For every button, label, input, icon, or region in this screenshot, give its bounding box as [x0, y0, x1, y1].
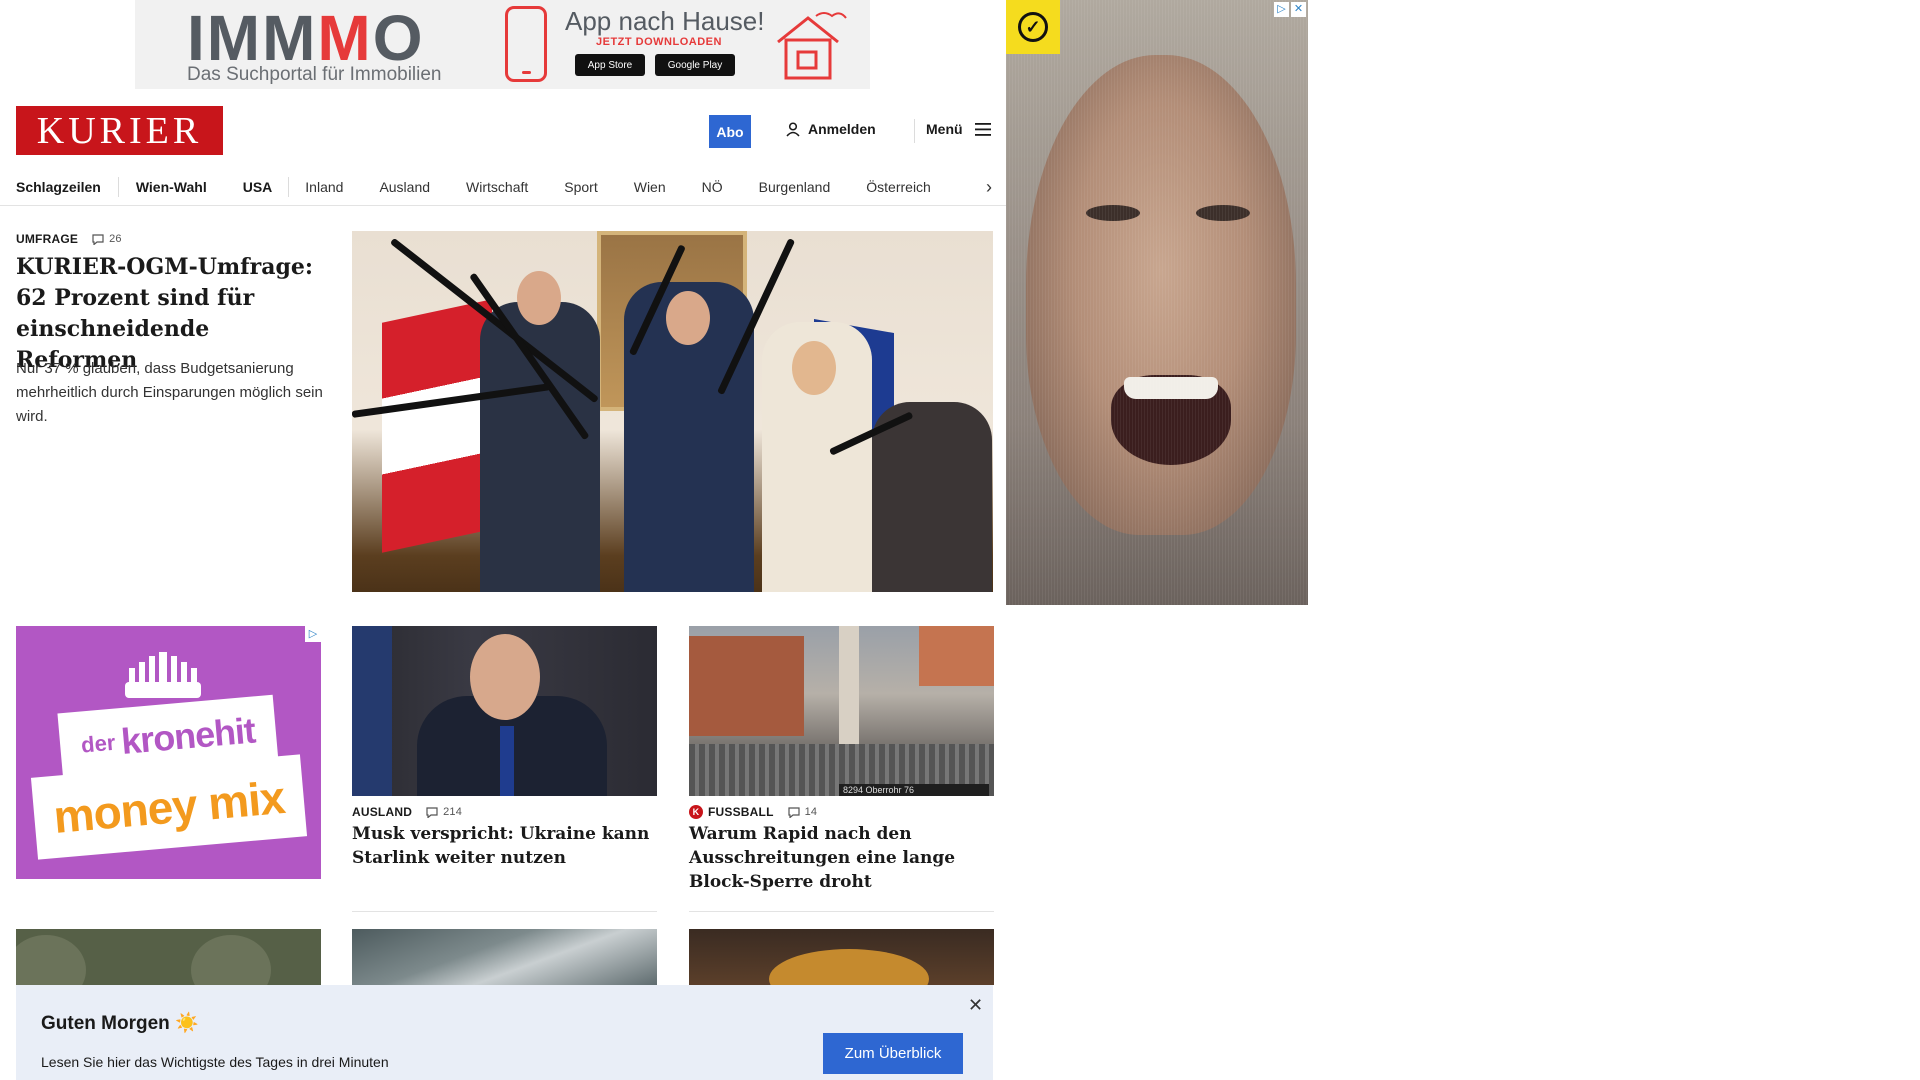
article-image-mountains[interactable]	[352, 929, 657, 985]
header-divider	[914, 119, 915, 143]
nav-item-wien[interactable]: Wien	[634, 179, 666, 195]
lead-article-image[interactable]	[352, 231, 993, 592]
lead-comments[interactable]: 26	[92, 233, 122, 245]
house-icon	[777, 12, 847, 80]
greeting-text: Lesen Sie hier das Wichtigste des Tages …	[41, 1054, 389, 1070]
nav-divider	[117, 177, 119, 197]
checkmark-badge-icon: ✓	[1006, 0, 1060, 54]
hamburger-icon	[974, 122, 991, 136]
morning-briefing-banner: Guten Morgen ☀️ Lesen Sie hier das Wicht…	[16, 985, 993, 1080]
nav-underline	[0, 205, 1006, 206]
musk-article-image[interactable]	[352, 626, 657, 796]
austrian-flag	[382, 299, 492, 553]
nav-item-oesterreich[interactable]: Österreich	[866, 179, 931, 195]
nav-item-usa[interactable]: USA	[243, 179, 273, 195]
article-image-soldiers[interactable]	[16, 929, 321, 985]
login-link[interactable]: Anmelden	[786, 121, 876, 137]
section-nav: Schlagzeilen Wien-Wahl USA Inland Auslan…	[16, 168, 992, 206]
lead-kicker: UMFRAGE 26	[16, 232, 122, 246]
ad-choices-icon[interactable]: ▷	[305, 626, 321, 642]
money-mix-slogan: money mix	[51, 771, 287, 843]
phone-icon	[505, 6, 547, 82]
abo-button[interactable]: Abo	[709, 115, 751, 148]
login-label: Anmelden	[808, 121, 876, 137]
ad-headline: App nach Hause!	[565, 6, 765, 36]
lead-category[interactable]: UMFRAGE	[16, 232, 78, 246]
article-image-food[interactable]	[689, 929, 994, 985]
rapid-article-image[interactable]: 8294 Oberrohr 76	[689, 626, 994, 796]
menu-button[interactable]: Menü	[926, 121, 991, 137]
teaser-divider	[352, 911, 657, 912]
immmo-ad-banner[interactable]: IMMMO Das Suchportal für Immobilien App …	[135, 0, 870, 89]
comment-icon	[426, 806, 438, 818]
user-icon	[786, 121, 800, 137]
ad-corner-controls: ▷ ✕	[1274, 2, 1306, 17]
nav-item-burgenland[interactable]: Burgenland	[759, 179, 831, 195]
nav-item-sport[interactable]: Sport	[564, 179, 597, 195]
musk-headline[interactable]: Musk verspricht: Ukraine kann Starlink w…	[352, 822, 657, 870]
skyscraper-ad[interactable]: ✓ ▷ ✕	[1006, 0, 1308, 605]
nav-item-ausland[interactable]: Ausland	[379, 179, 430, 195]
ad-choices-icon[interactable]: ▷	[1274, 2, 1289, 17]
kronehit-ad[interactable]: der kronehit money mix ▷	[16, 626, 321, 879]
greeting-title: Guten Morgen ☀️	[41, 1013, 199, 1034]
nav-divider	[288, 177, 290, 197]
lead-comment-count: 26	[109, 233, 122, 245]
nav-scroll-right-icon[interactable]: ›	[986, 177, 992, 198]
app-store-badge[interactable]: App Store	[575, 54, 645, 76]
teaser-divider	[689, 911, 994, 912]
nav-item-wirtschaft[interactable]: Wirtschaft	[466, 179, 528, 195]
kronehit-brand: kronehit	[119, 709, 257, 763]
immmo-logo: IMMMO	[187, 2, 425, 74]
comment-icon	[92, 233, 104, 245]
rapid-headline[interactable]: Warum Rapid nach den Ausschreitungen ein…	[689, 822, 994, 894]
lead-teaser-text[interactable]: Nur 37 % glauben, dass Budgetsanierung m…	[16, 357, 326, 429]
nav-item-wien-wahl[interactable]: Wien-Wahl	[136, 179, 207, 195]
musk-comments[interactable]: 214	[426, 806, 462, 818]
google-play-badge[interactable]: Google Play	[655, 54, 735, 76]
kurier-k-icon: K	[689, 805, 703, 819]
nav-item-schlagzeilen[interactable]: Schlagzeilen	[16, 179, 101, 195]
musk-kicker: AUSLAND 214	[352, 805, 462, 819]
rapid-comments[interactable]: 14	[788, 806, 818, 818]
menu-label: Menü	[926, 121, 963, 137]
crown-icon	[125, 652, 201, 698]
musk-category[interactable]: AUSLAND	[352, 805, 412, 819]
close-icon[interactable]: ✕	[968, 995, 983, 1016]
rapid-comment-count: 14	[804, 806, 818, 818]
musk-comment-count: 214	[443, 806, 463, 818]
nav-item-noe[interactable]: NÖ	[702, 179, 723, 195]
nav-item-inland[interactable]: Inland	[305, 179, 343, 195]
close-icon[interactable]: ✕	[1291, 2, 1306, 17]
image-sign-text: 8294 Oberrohr 76	[839, 784, 989, 796]
kronehit-der: der	[80, 729, 117, 758]
immmo-tagline: Das Suchportal für Immobilien	[187, 64, 442, 85]
rapid-category[interactable]: FUSSBALL	[708, 805, 774, 819]
comment-icon	[788, 806, 800, 818]
kurier-logo[interactable]: KURIER	[16, 106, 223, 155]
ad-subline: JETZT DOWNLOADEN	[596, 36, 722, 48]
rapid-kicker: K FUSSBALL 14	[689, 805, 817, 819]
overview-button[interactable]: Zum Überblick	[823, 1033, 963, 1074]
